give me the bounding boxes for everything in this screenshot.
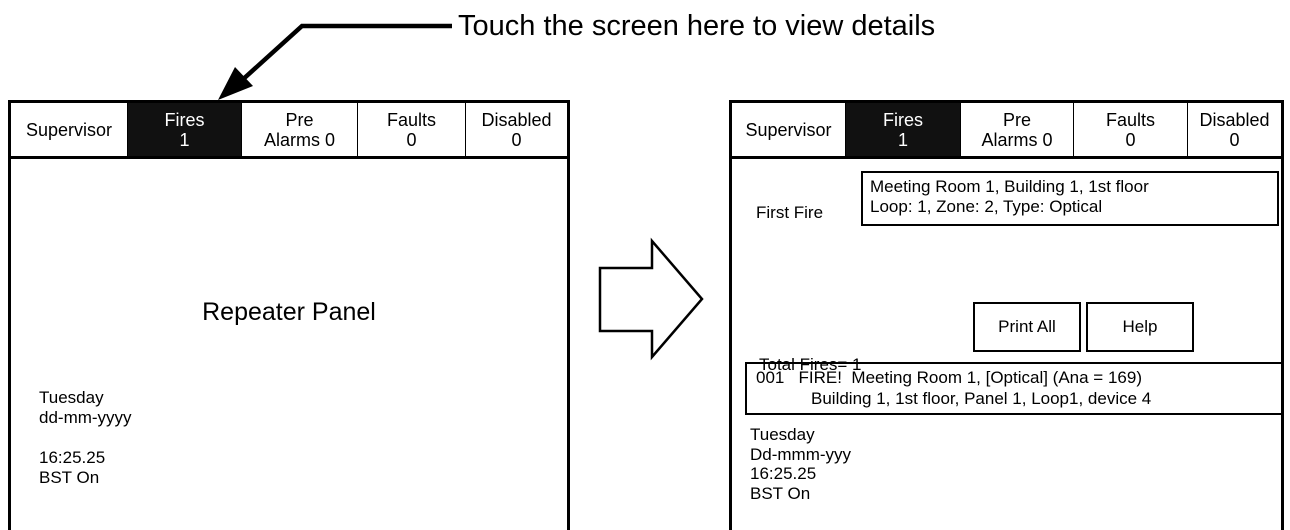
- bst-status: BST On: [750, 483, 811, 503]
- tab-pre-alarms[interactable]: Pre Alarms 0: [242, 103, 358, 156]
- pointer-arrow: [218, 23, 452, 100]
- event-summary: 001 FIRE! Meeting Room 1, [Optical] (Ana…: [756, 368, 1142, 387]
- date-text: Dd-mmm-yyy: [750, 444, 852, 464]
- tab-disabled[interactable]: Disabled 0: [1188, 103, 1281, 156]
- tab-label: Disabled: [1199, 109, 1270, 130]
- tab-label: Pre: [285, 109, 314, 130]
- first-fire-details[interactable]: Meeting Room 1, Building 1, 1st floor Lo…: [861, 171, 1279, 226]
- tab-count: Alarms 0: [981, 129, 1053, 150]
- tab-fires[interactable]: Fires 1: [846, 103, 961, 156]
- repeater-panel-details: Supervisor Fires 1 Pre Alarms 0 Faults 0…: [729, 100, 1284, 530]
- tab-label: Faults: [386, 109, 437, 130]
- tab-label: Fires: [883, 109, 923, 130]
- tab-bar: Supervisor Fires 1 Pre Alarms 0 Faults 0…: [732, 103, 1281, 159]
- tab-count: 0: [406, 129, 417, 150]
- tab-label: Supervisor: [25, 119, 113, 140]
- print-all-button[interactable]: Print All: [973, 302, 1081, 352]
- bst-status: BST On: [39, 468, 100, 487]
- first-fire-label: First Fire: [756, 203, 824, 222]
- tab-count: 0: [511, 129, 522, 150]
- tab-count: 1: [179, 129, 190, 150]
- tab-label: Supervisor: [745, 119, 832, 140]
- time-text: 16:25.25: [39, 448, 106, 467]
- tab-fires[interactable]: Fires 1: [128, 103, 242, 156]
- tab-bar: Supervisor Fires 1 Pre Alarms 0 Faults 0…: [11, 103, 567, 159]
- day-text: Tuesday: [39, 388, 104, 407]
- help-button[interactable]: Help: [1086, 302, 1194, 352]
- event-location: Building 1, 1st floor, Panel 1, Loop1, d…: [811, 389, 1152, 408]
- tab-faults[interactable]: Faults 0: [1074, 103, 1188, 156]
- day-text: Tuesday: [750, 425, 815, 444]
- tab-count: 1: [897, 129, 908, 150]
- datetime-block: Tuesday Dd-mmm-yyy 16:25.25 BST On: [750, 425, 851, 503]
- panel-title: Repeater Panel: [202, 298, 376, 326]
- tab-label: Fires: [164, 109, 205, 130]
- tab-pre-alarms[interactable]: Pre Alarms 0: [961, 103, 1074, 156]
- tab-label: Faults: [1105, 109, 1156, 130]
- tab-count: 0: [1125, 129, 1136, 150]
- tab-label: Disabled: [481, 109, 552, 130]
- date-text: dd-mm-yyyy: [39, 408, 132, 427]
- fire-event-entry[interactable]: 001 FIRE! Meeting Room 1, [Optical] (Ana…: [745, 362, 1283, 415]
- tab-supervisor[interactable]: Supervisor: [11, 103, 128, 156]
- datetime-block: Tuesday dd-mm-yyyy 16:25.25 BST On: [39, 388, 132, 488]
- tab-label: Pre: [1002, 109, 1031, 130]
- first-fire-device: Loop: 1, Zone: 2, Type: Optical: [870, 197, 1103, 216]
- tab-count: Alarms 0: [263, 129, 335, 150]
- tab-count: 0: [1229, 129, 1240, 150]
- tab-disabled[interactable]: Disabled 0: [466, 103, 567, 156]
- tab-faults[interactable]: Faults 0: [358, 103, 466, 156]
- first-fire-location: Meeting Room 1, Building 1, 1st floor: [870, 177, 1149, 196]
- tab-supervisor[interactable]: Supervisor: [732, 103, 846, 156]
- time-text: 16:25.25: [750, 464, 817, 483]
- transition-arrow-icon: [598, 237, 704, 361]
- repeater-panel-idle: Supervisor Fires 1 Pre Alarms 0 Faults 0…: [8, 100, 570, 530]
